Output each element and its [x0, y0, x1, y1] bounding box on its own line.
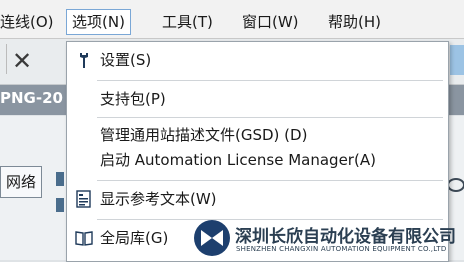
menu-item-support-packages[interactable]: 支持包(P) [67, 84, 448, 114]
menu-online[interactable]: 连线(O) [0, 10, 58, 34]
menu-item-label: 设置(S) [100, 51, 152, 69]
menu-tools[interactable]: 工具(T) [158, 10, 217, 34]
toolbar-icon[interactable] [56, 198, 64, 212]
menu-item-label: 全局库(G) [100, 229, 169, 247]
watermark-company-name: 深圳长欣自动化设备有限公司 [235, 227, 456, 247]
menu-item-reference-text[interactable]: 显示参考文本(W) [67, 184, 448, 214]
eye-icon[interactable] [447, 178, 464, 192]
menu-item-label: 管理通用站描述文件(GSD) (D) [100, 126, 308, 144]
menu-divider [97, 80, 443, 81]
close-icon[interactable]: ✕ [12, 47, 32, 75]
menu-divider [97, 180, 443, 181]
company-logo [194, 220, 230, 256]
tab-network[interactable]: 网络 [0, 166, 42, 198]
menu-divider [97, 219, 443, 220]
menu-item-settings[interactable]: 设置(S) [67, 45, 448, 75]
menu-bar: 连线(O) 选项(N) 工具(T) 窗口(W) 帮助(H) [0, 0, 464, 39]
menu-item-license-manager[interactable]: 启动 Automation License Manager(A) [67, 145, 448, 175]
menu-options[interactable]: 选项(N) [66, 9, 131, 35]
toolbar-button[interactable] [450, 45, 464, 75]
wrench-icon [80, 53, 88, 68]
menu-item-label: 显示参考文本(W) [100, 190, 217, 208]
watermark-company-name-en: SHENZHEN CHANGXIN AUTOMATION EQUIPMENT C… [236, 245, 447, 253]
menu-divider [97, 117, 443, 118]
menu-item-label: 支持包(P) [100, 90, 166, 108]
menu-window[interactable]: 窗口(W) [238, 10, 303, 34]
menu-help[interactable]: 帮助(H) [324, 10, 385, 34]
book-icon [75, 231, 93, 246]
toolbar-icon[interactable] [56, 172, 64, 186]
reference-text-icon [76, 190, 91, 208]
document-title: PNG-20 [0, 89, 63, 107]
toolbar-separator [0, 44, 7, 74]
menu-item-label: 启动 Automation License Manager(A) [100, 151, 376, 169]
